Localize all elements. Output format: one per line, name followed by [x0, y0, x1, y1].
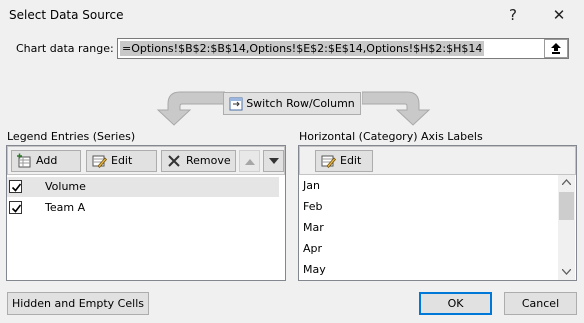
edit-series-button[interactable]: Edit	[86, 150, 157, 172]
series-item[interactable]: Volume	[7, 177, 279, 197]
checkbox-checked-icon[interactable]	[9, 180, 22, 193]
cancel-button[interactable]: Cancel	[504, 292, 577, 315]
dialog-title: Select Data Source	[9, 8, 124, 22]
chart-data-range-input[interactable]: =Options!$B$2:$B$14,Options!$E$2:$E$14,O…	[117, 38, 569, 59]
series-item-label: Volume	[45, 180, 86, 193]
help-icon[interactable]: ?	[496, 0, 530, 30]
chart-data-range-value: =Options!$B$2:$B$14,Options!$E$2:$E$14,O…	[120, 41, 485, 56]
hidden-empty-cells-button[interactable]: Hidden and Empty Cells	[7, 292, 149, 315]
series-item-label: Team A	[45, 201, 86, 214]
move-down-icon	[268, 157, 279, 164]
category-item: May	[303, 263, 326, 276]
remove-series-button[interactable]: Remove	[161, 150, 236, 172]
category-panel: Edit Jan Feb Mar Apr May	[298, 145, 577, 281]
category-item: Apr	[303, 242, 323, 255]
series-toolbar: Add Edit Remove	[7, 146, 285, 175]
category-scrollbar[interactable]	[558, 175, 575, 280]
category-list: Jan Feb Mar Apr May	[299, 175, 558, 280]
edit-icon	[92, 155, 107, 169]
scrollbar-thumb[interactable]	[559, 192, 574, 220]
collapse-range-button[interactable]	[544, 39, 568, 58]
move-down-button[interactable]	[263, 150, 284, 172]
close-icon[interactable]: ✕	[542, 0, 576, 30]
series-panel-heading: Legend Entries (Series)	[7, 130, 136, 143]
category-item: Feb	[303, 200, 323, 213]
edit-category-button[interactable]: Edit	[315, 150, 373, 172]
series-item[interactable]: Team A	[7, 198, 279, 218]
curved-arrow-right-icon	[362, 91, 431, 126]
chart-data-range-label: Chart data range:	[16, 42, 114, 55]
category-item: Jan	[303, 179, 320, 192]
series-list: Volume Team A	[7, 176, 285, 280]
scroll-down-icon[interactable]	[562, 269, 571, 275]
curved-arrow-left-icon	[156, 91, 225, 126]
switch-row-column-button[interactable]: Switch Row/Column	[223, 92, 361, 115]
category-toolbar: Edit	[299, 146, 576, 175]
checkbox-checked-icon[interactable]	[9, 201, 22, 214]
move-up-icon	[244, 158, 255, 165]
add-series-button[interactable]: Add	[11, 150, 81, 172]
category-item: Mar	[303, 221, 324, 234]
edit-icon	[321, 155, 336, 169]
ok-button[interactable]: OK	[419, 292, 492, 315]
add-icon	[17, 153, 31, 168]
scroll-up-icon[interactable]	[562, 179, 571, 185]
collapse-range-icon	[551, 43, 561, 54]
move-up-button[interactable]	[239, 150, 260, 172]
series-panel: Add Edit Remove Volume Team A	[6, 145, 286, 281]
switch-icon	[229, 97, 243, 111]
category-panel-heading: Horizontal (Category) Axis Labels	[299, 130, 483, 143]
remove-icon	[168, 155, 180, 167]
